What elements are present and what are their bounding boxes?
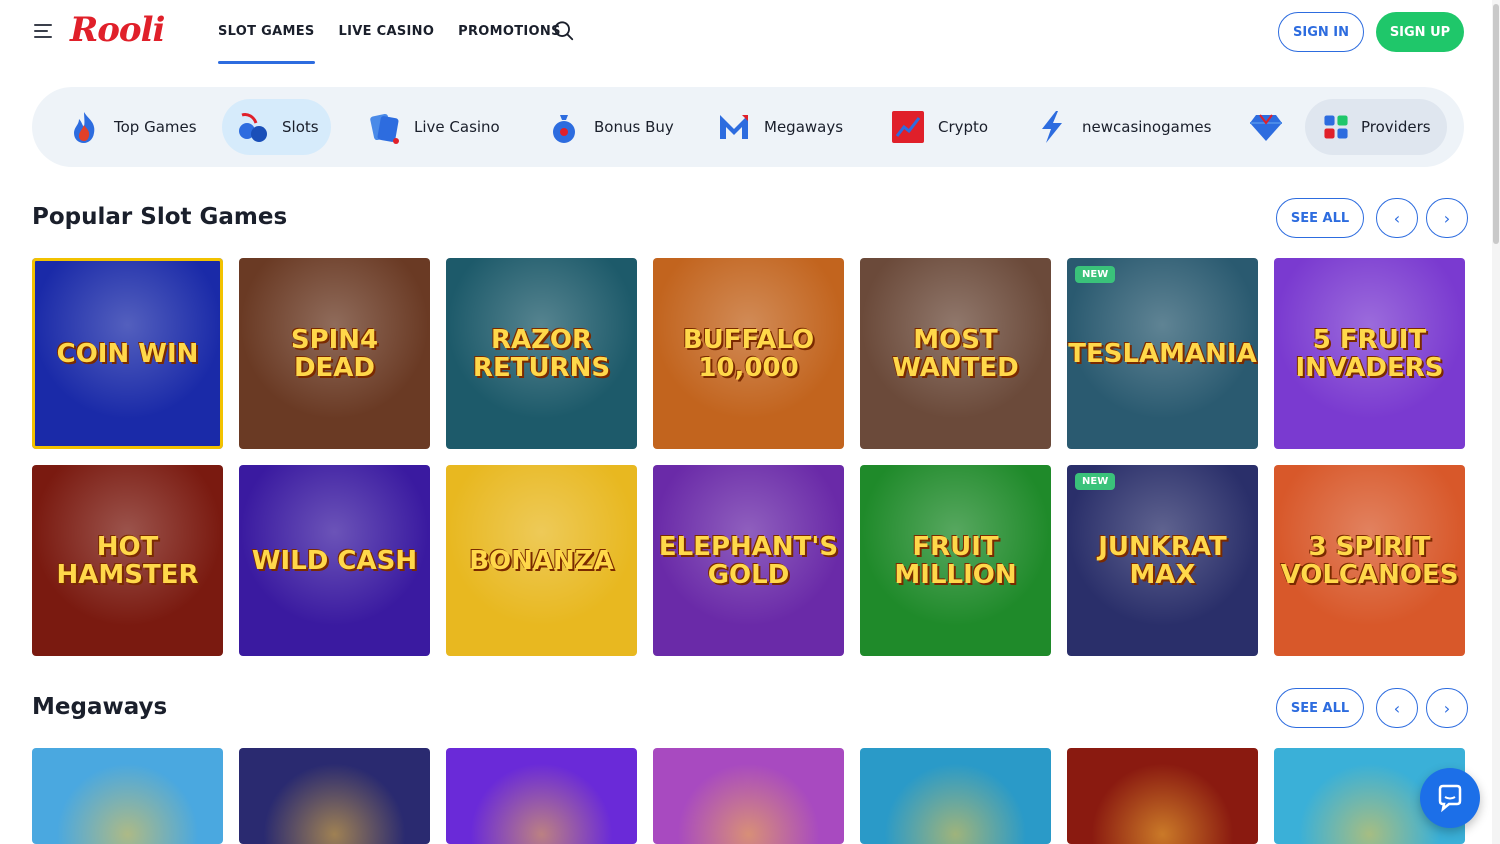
game-tile[interactable]: Fruit Million: [860, 465, 1051, 656]
nav-slot-games[interactable]: SLOT GAMES: [218, 0, 315, 64]
next-arrow-button[interactable]: ›: [1426, 688, 1468, 728]
game-tile[interactable]: Razor Returns: [446, 258, 637, 449]
category-bonus-buy[interactable]: Bonus Buy: [534, 99, 686, 155]
category-label: Crypto: [938, 118, 989, 136]
prev-arrow-button[interactable]: ‹: [1376, 198, 1418, 238]
chevron-left-icon: ‹: [1393, 208, 1401, 228]
game-tile[interactable]: [446, 748, 637, 844]
game-title: TeslaMania: [1068, 338, 1257, 369]
scrollbar-thumb[interactable]: [1493, 4, 1499, 244]
category-jackpots[interactable]: [1242, 99, 1290, 155]
menu-icon[interactable]: [34, 22, 54, 40]
game-title: Coin Win: [56, 338, 199, 369]
category-newcasinogames[interactable]: newcasinogames: [1022, 99, 1223, 155]
game-tile[interactable]: [860, 748, 1051, 844]
sign-up-button[interactable]: SIGN UP: [1376, 12, 1464, 52]
section-title-popular: Popular Slot Games: [32, 204, 288, 230]
game-tile[interactable]: 5 Fruit Invaders: [1274, 258, 1465, 449]
search-icon[interactable]: [553, 20, 575, 42]
sign-in-button[interactable]: SIGN IN: [1278, 12, 1364, 52]
game-title: Fruit Million: [894, 531, 1017, 590]
fire-icon: [74, 112, 95, 143]
grid-icon: [1324, 115, 1348, 139]
game-tile[interactable]: [1067, 748, 1258, 844]
chevron-right-icon: ›: [1443, 698, 1451, 718]
game-tile[interactable]: Junkrat Max NEW: [1067, 465, 1258, 656]
top-header: Rooli SLOT GAMES LIVE CASINO PROMOTIONS …: [0, 0, 1500, 64]
diamond-icon: [1250, 114, 1282, 141]
chevron-left-icon: ‹: [1393, 698, 1401, 718]
game-title: Hot Hamster: [56, 531, 199, 590]
game-tile[interactable]: Wild Cash: [239, 465, 430, 656]
see-all-megaways-button[interactable]: SEE ALL: [1276, 688, 1364, 728]
game-title: Spin4 Dead: [290, 324, 379, 383]
live-chat-button[interactable]: [1420, 768, 1480, 828]
new-badge: NEW: [1075, 473, 1116, 490]
game-tile[interactable]: 3 Spirit Volcanoes: [1274, 465, 1465, 656]
lightning-icon: [1042, 111, 1062, 143]
game-title: 3 Spirit Volcanoes: [1280, 531, 1459, 590]
game-title: Razor Returns: [472, 324, 611, 383]
game-tile[interactable]: Elephant's Gold: [653, 465, 844, 656]
category-label: Live Casino: [414, 118, 500, 136]
see-all-popular-button[interactable]: SEE ALL: [1276, 198, 1364, 238]
section-title-megaways: Megaways: [32, 694, 168, 720]
game-tile[interactable]: Most Wanted: [860, 258, 1051, 449]
category-providers[interactable]: Providers: [1305, 99, 1447, 155]
game-title: Wild Cash: [251, 545, 418, 576]
game-tile[interactable]: [653, 748, 844, 844]
nav-live-casino[interactable]: LIVE CASINO: [339, 0, 435, 64]
game-tile[interactable]: Bonanza: [446, 465, 637, 656]
category-crypto[interactable]: Crypto: [878, 99, 1000, 155]
chat-bubble-icon: [1438, 784, 1462, 813]
next-arrow-button[interactable]: ›: [1426, 198, 1468, 238]
game-title: Most Wanted: [892, 324, 1019, 383]
megaways-m-icon: [720, 115, 748, 139]
chart-up-icon: [892, 111, 924, 143]
category-label: Slots: [282, 118, 319, 136]
category-label: Megaways: [764, 118, 844, 136]
prev-arrow-button[interactable]: ‹: [1376, 688, 1418, 728]
game-title: Junkrat Max: [1098, 531, 1227, 590]
game-title: Elephant's Gold: [658, 531, 839, 590]
game-tile[interactable]: TeslaMania NEW: [1067, 258, 1258, 449]
game-tile[interactable]: [239, 748, 430, 844]
game-tile[interactable]: Spin4 Dead: [239, 258, 430, 449]
category-label: Providers: [1361, 118, 1431, 136]
cards-icon: [370, 113, 399, 144]
category-label: Top Games: [114, 118, 197, 136]
main-nav: SLOT GAMES LIVE CASINO PROMOTIONS: [218, 0, 585, 64]
category-label: newcasinogames: [1082, 118, 1212, 136]
category-live-casino[interactable]: Live Casino: [354, 99, 512, 155]
game-title: 5 Fruit Invaders: [1295, 324, 1444, 383]
game-tile[interactable]: Coin Win: [32, 258, 223, 449]
rooli-logo[interactable]: Rooli: [70, 10, 165, 50]
game-title: Buffalo 10,000: [682, 324, 815, 383]
category-label: Bonus Buy: [594, 118, 674, 136]
game-tile[interactable]: [32, 748, 223, 844]
game-tile[interactable]: Buffalo 10,000: [653, 258, 844, 449]
game-title: Bonanza: [469, 545, 614, 576]
chevron-right-icon: ›: [1443, 208, 1451, 228]
nav-promotions[interactable]: PROMOTIONS: [458, 0, 561, 64]
money-bag-icon: [553, 115, 575, 143]
page-scrollbar[interactable]: [1492, 0, 1500, 844]
category-slots[interactable]: Slots: [222, 99, 331, 155]
category-bar: Top Games Slots Live Casino Bonus Buy Me…: [32, 87, 1464, 167]
cherries-icon: [239, 113, 267, 142]
new-badge: NEW: [1075, 266, 1116, 283]
game-tile[interactable]: Hot Hamster: [32, 465, 223, 656]
category-top-games[interactable]: Top Games: [54, 99, 209, 155]
category-megaways[interactable]: Megaways: [704, 99, 855, 155]
